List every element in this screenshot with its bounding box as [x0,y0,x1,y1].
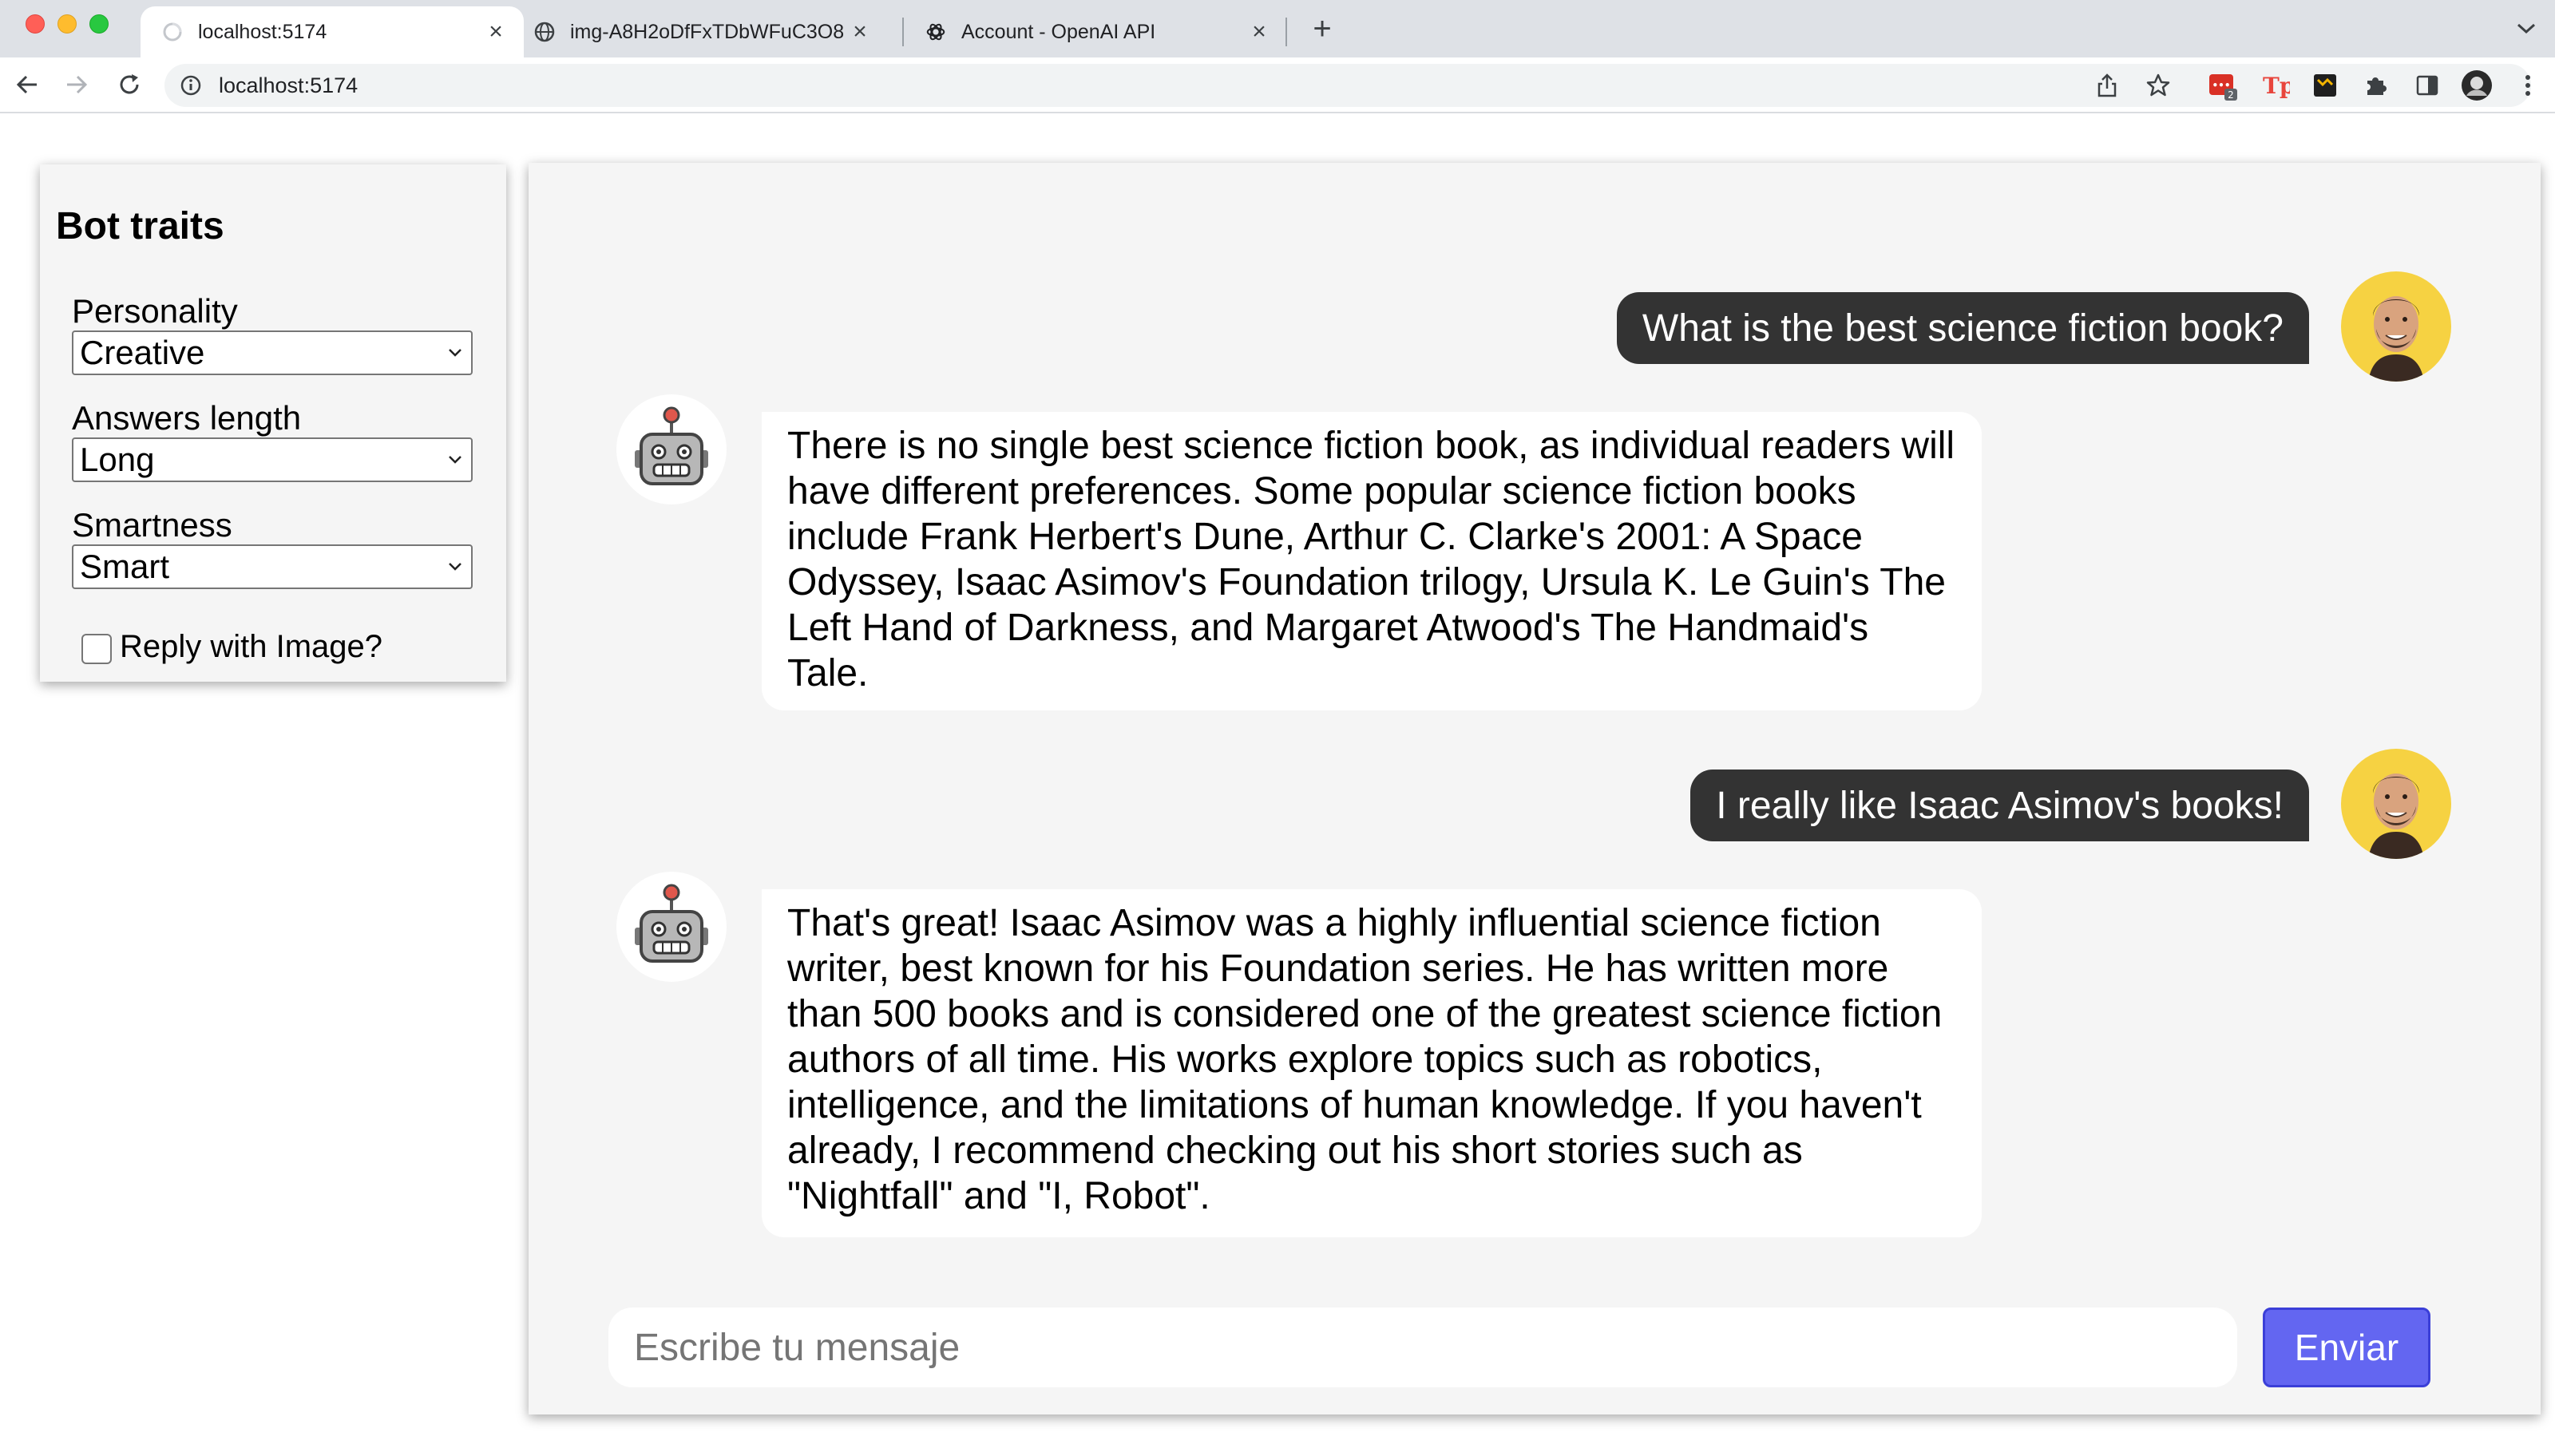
smartness-label: Smartness [72,506,232,544]
browser-toolbar: localhost:5174 ••• 2 Tp [0,57,2555,113]
browser-tab-bar: localhost:5174 × img-A8H2oDfFxTDbWFuC3O8… [0,0,2555,57]
answers-length-value: Long [80,441,155,478]
back-icon[interactable] [11,69,43,101]
chevron-down-icon [449,563,461,571]
bot-message: There is no single best science fiction … [762,412,1982,710]
answers-length-label: Answers length [72,399,302,437]
minimize-window-button[interactable] [57,14,77,34]
tp-extension-icon[interactable]: Tp [2260,69,2292,101]
bot-avatar [616,394,727,504]
tab-openai-account[interactable]: Account - OpenAI API × [904,6,1287,57]
side-panel-icon[interactable] [2411,69,2443,101]
smartness-select[interactable]: Smart [72,544,473,589]
reply-with-image-label[interactable]: Reply with Image? [120,629,382,665]
loading-spinner-icon [161,21,184,43]
close-tab-icon[interactable]: × [1247,18,1271,45]
bot-message: That's great! Isaac Asimov was a highly … [762,889,1982,1237]
close-tab-icon[interactable]: × [484,18,508,45]
personality-value: Creative [80,334,205,371]
tab-title: localhost:5174 [198,20,327,43]
chat-panel: What is the best science fiction book? T… [529,163,2541,1414]
chevron-down-icon [449,456,461,464]
extensions-puzzle-icon[interactable] [2360,69,2392,101]
user-message: I really like Isaac Asimov's books! [1690,770,2309,841]
smartness-value: Smart [80,548,170,585]
tab-localhost[interactable]: localhost:5174 × [141,6,524,57]
openai-logo-icon [925,21,947,43]
tab-search-icon[interactable] [2513,16,2539,42]
bot-avatar [616,872,727,982]
personality-label: Personality [72,292,238,330]
panel-title: Bot traits [56,205,224,247]
bot-traits-panel: Bot traits Personality Creative Answers … [40,164,506,682]
globe-icon [533,21,556,43]
mail-extension-icon[interactable]: ••• 2 [2207,69,2239,101]
robot-icon [635,884,708,963]
message-input[interactable] [608,1308,2237,1387]
user-avatar [2341,271,2451,382]
robot-icon [635,406,708,485]
dark-extension-icon[interactable] [2309,69,2341,101]
user-message: What is the best science fiction book? [1616,292,2309,364]
svg-text:Tp: Tp [2263,73,2290,99]
close-tab-icon[interactable]: × [848,18,872,45]
url-text: localhost:5174 [219,73,358,97]
address-bar[interactable]: localhost:5174 [164,64,2531,107]
more-menu-icon[interactable] [2512,69,2544,101]
maximize-window-button[interactable] [89,14,109,34]
personality-select[interactable]: Creative [72,330,473,375]
chevron-down-icon [449,349,461,357]
send-button[interactable]: Enviar [2263,1308,2430,1387]
page-content: Bot traits Personality Creative Answers … [0,115,2555,1456]
tab-image[interactable]: img-A8H2oDfFxTDbWFuC3O8 × [513,6,888,57]
close-window-button[interactable] [26,14,45,34]
reload-icon[interactable] [113,69,145,101]
new-tab-button[interactable]: + [1308,11,1337,46]
bookmark-star-icon[interactable] [2145,72,2172,99]
extension-badge: 2 [2228,89,2234,101]
user-avatar [2341,749,2451,859]
answers-length-select[interactable]: Long [72,437,473,482]
share-icon[interactable] [2094,72,2121,99]
forward-icon[interactable] [61,69,93,101]
tab-title: img-A8H2oDfFxTDbWFuC3O8 [570,20,845,43]
profile-avatar-icon[interactable] [2461,69,2493,101]
tab-separator [1285,18,1287,46]
reply-with-image-checkbox[interactable] [81,634,112,664]
tab-title: Account - OpenAI API [961,20,1156,43]
site-info-icon[interactable] [179,73,203,97]
